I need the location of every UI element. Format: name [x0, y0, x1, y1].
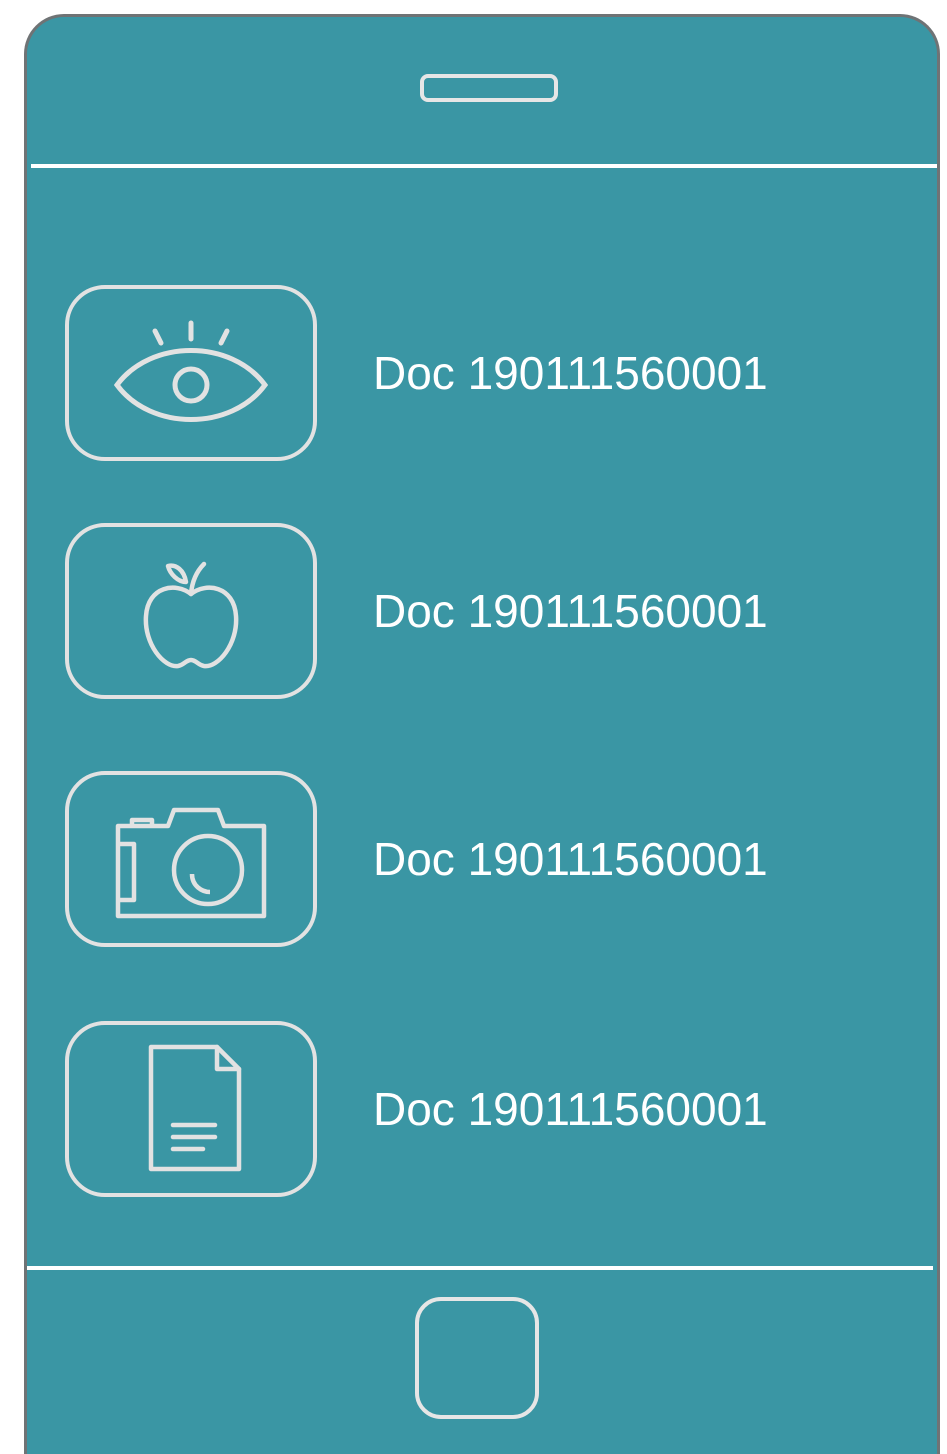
home-button[interactable] — [415, 1297, 539, 1419]
document-icon — [148, 1044, 242, 1172]
list-item-label: Doc 190111560001 — [373, 1083, 768, 1135]
apple-icon — [143, 561, 239, 669]
eye-icon — [113, 320, 269, 422]
list-item[interactable]: Doc 190111560001 — [65, 285, 925, 461]
list-item[interactable]: Doc 190111560001 — [65, 1021, 925, 1197]
eye-button[interactable] — [65, 285, 317, 461]
list-item[interactable]: Doc 190111560001 — [65, 771, 925, 947]
camera-icon — [115, 807, 267, 919]
phone-frame: Doc 190111560001 Doc 190111560001 Doc 19… — [24, 14, 940, 1454]
apple-button[interactable] — [65, 523, 317, 699]
camera-button[interactable] — [65, 771, 317, 947]
list-item-label: Doc 190111560001 — [373, 585, 768, 637]
speaker-slot — [420, 74, 558, 102]
list-item[interactable]: Doc 190111560001 — [65, 523, 925, 699]
top-divider — [31, 164, 937, 168]
list-item-label: Doc 190111560001 — [373, 347, 768, 399]
document-button[interactable] — [65, 1021, 317, 1197]
bottom-divider — [27, 1266, 933, 1270]
list-item-label: Doc 190111560001 — [373, 833, 768, 885]
